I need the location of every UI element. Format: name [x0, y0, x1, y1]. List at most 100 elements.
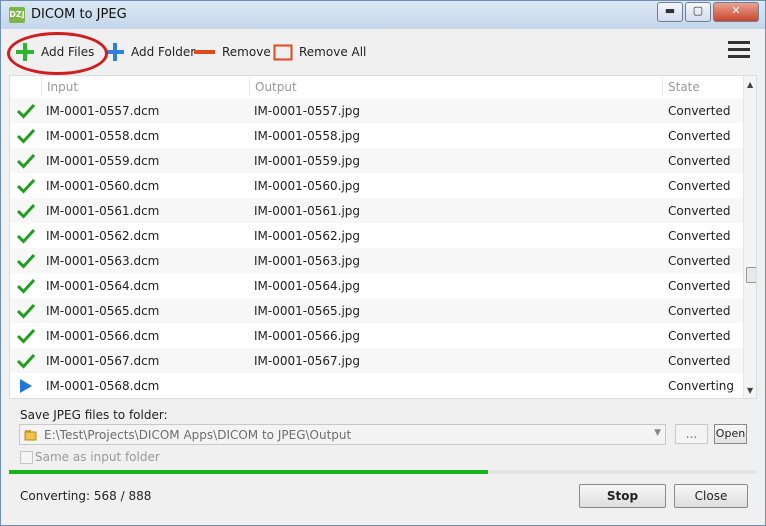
check-icon [17, 328, 35, 344]
cell-state: Converted [668, 204, 731, 218]
cell-output: IM-0001-0558.jpg [254, 129, 361, 143]
cell-state: Converted [668, 329, 731, 343]
remove-all-label: Remove All [299, 45, 367, 59]
table-row[interactable]: IM-0001-0557.dcm IM-0001-0557.jpg Converte… [10, 98, 743, 123]
column-header-output[interactable]: Output [255, 80, 297, 94]
title-bar: DZJ DICOM to JPEG ▬ ▢ ✕ [1, 1, 765, 29]
output-folder-combobox[interactable]: E:\Test\Projects\DICOM Apps\DICOM to JPE… [19, 424, 666, 445]
cell-input: IM-0001-0559.dcm [46, 154, 160, 168]
cell-input: IM-0001-0564.dcm [46, 279, 160, 293]
cell-output: IM-0001-0566.jpg [254, 329, 361, 343]
check-icon [17, 203, 35, 219]
table-row[interactable]: IM-0001-0567.dcm IM-0001-0567.jpg Converte… [10, 348, 743, 373]
check-icon [17, 353, 35, 369]
cell-input: IM-0001-0560.dcm [46, 179, 160, 193]
browse-button[interactable]: ... [675, 424, 708, 444]
column-header-input[interactable]: Input [47, 80, 78, 94]
hamburger-menu-icon[interactable] [728, 41, 750, 63]
table-row[interactable]: IM-0001-0564.dcm IM-0001-0564.jpg Converte… [10, 273, 743, 298]
table-header: Input Output State [10, 76, 743, 99]
column-divider [41, 78, 42, 96]
add-folder-label: Add Folder [131, 45, 196, 59]
cell-input: IM-0001-0565.dcm [46, 304, 160, 318]
cell-state: Converted [668, 354, 731, 368]
column-divider [249, 78, 250, 96]
cell-state: Converted [668, 229, 731, 243]
cell-output: IM-0001-0557.jpg [254, 104, 361, 118]
play-icon [20, 379, 32, 393]
cell-state: Converted [668, 179, 731, 193]
vertical-scrollbar[interactable]: ▲ ▼ [743, 76, 756, 398]
cell-output: IM-0001-0563.jpg [254, 254, 361, 268]
table-row[interactable]: IM-0001-0568.dcm Converting [10, 373, 743, 398]
cell-output: IM-0001-0567.jpg [254, 354, 361, 368]
maximize-button[interactable]: ▢ [685, 2, 711, 22]
table-row[interactable]: IM-0001-0565.dcm IM-0001-0565.jpg Converte… [10, 298, 743, 323]
plus-icon [106, 43, 124, 61]
window-title: DICOM to JPEG [31, 7, 127, 22]
cell-input: IM-0001-0566.dcm [46, 329, 160, 343]
scroll-thumb[interactable] [746, 267, 756, 283]
table-row[interactable]: IM-0001-0561.dcm IM-0001-0561.jpg Converte… [10, 198, 743, 223]
conversion-status: Converting: 568 / 888 [20, 489, 152, 503]
column-divider [662, 78, 663, 96]
remove-button[interactable]: Remove [194, 39, 271, 65]
cell-input: IM-0001-0557.dcm [46, 104, 160, 118]
check-icon [17, 228, 35, 244]
stop-button[interactable]: Stop [579, 484, 666, 508]
table-row[interactable]: IM-0001-0560.dcm IM-0001-0560.jpg Converte… [10, 173, 743, 198]
column-header-state[interactable]: State [668, 80, 700, 94]
app-window: DZJ DICOM to JPEG ▬ ▢ ✕ Add Files Add Fo… [0, 0, 766, 526]
check-icon [17, 103, 35, 119]
table-row[interactable]: IM-0001-0566.dcm IM-0001-0566.jpg Converte… [10, 323, 743, 348]
cell-input: IM-0001-0568.dcm [46, 379, 160, 393]
cell-input: IM-0001-0567.dcm [46, 354, 160, 368]
cell-state: Converted [668, 154, 731, 168]
remove-all-button[interactable]: Remove All [273, 39, 366, 65]
cell-output: IM-0001-0564.jpg [254, 279, 361, 293]
folder-icon [24, 430, 37, 441]
same-as-input-label: Same as input folder [35, 450, 160, 464]
save-folder-label: Save JPEG files to folder: [20, 408, 168, 422]
remove-label: Remove [222, 45, 271, 59]
check-icon [17, 253, 35, 269]
scroll-up-arrow-icon[interactable]: ▲ [747, 80, 753, 89]
same-as-input-checkbox[interactable] [20, 451, 33, 464]
output-folder-path: E:\Test\Projects\DICOM Apps\DICOM to JPE… [44, 428, 352, 442]
app-icon: DZJ [9, 7, 25, 23]
table-row[interactable]: IM-0001-0563.dcm IM-0001-0563.jpg Converte… [10, 248, 743, 273]
cell-output: IM-0001-0561.jpg [254, 204, 361, 218]
check-icon [17, 278, 35, 294]
check-icon [17, 153, 35, 169]
toolbar: Add Files Add Folder Remove Remove All [1, 31, 765, 75]
cell-output: IM-0001-0559.jpg [254, 154, 361, 168]
add-folder-button[interactable]: Add Folder [105, 39, 195, 65]
progress-fill [9, 470, 488, 474]
minimize-button[interactable]: ▬ [657, 2, 683, 22]
close-button[interactable]: Close [674, 484, 748, 508]
progress-bar [9, 470, 757, 474]
cell-output: IM-0001-0562.jpg [254, 229, 361, 243]
cell-state: Converted [668, 129, 731, 143]
cell-state: Converted [668, 254, 731, 268]
open-folder-button[interactable]: Open [714, 424, 747, 444]
add-files-button[interactable]: Add Files [15, 39, 94, 65]
chevron-down-icon[interactable]: ▼ [654, 428, 661, 438]
table-row[interactable]: IM-0001-0562.dcm IM-0001-0562.jpg Converte… [10, 223, 743, 248]
cell-input: IM-0001-0563.dcm [46, 254, 160, 268]
check-icon [17, 303, 35, 319]
minus-icon [194, 50, 215, 54]
cell-output: IM-0001-0565.jpg [254, 304, 361, 318]
cell-input: IM-0001-0562.dcm [46, 229, 160, 243]
cell-input: IM-0001-0558.dcm [46, 129, 160, 143]
cell-state: Converted [668, 304, 731, 318]
cell-state: Converted [668, 279, 731, 293]
file-table: Input Output State IM-0001-0557.dcm IM-00… [9, 75, 757, 399]
scroll-down-arrow-icon[interactable]: ▼ [747, 386, 753, 395]
close-window-button[interactable]: ✕ [713, 2, 759, 22]
table-row[interactable]: IM-0001-0558.dcm IM-0001-0558.jpg Converte… [10, 123, 743, 148]
cell-input: IM-0001-0561.dcm [46, 204, 160, 218]
cell-state: Converted [668, 104, 731, 118]
cell-state: Converting [668, 379, 735, 393]
table-row[interactable]: IM-0001-0559.dcm IM-0001-0559.jpg Converte… [10, 148, 743, 173]
